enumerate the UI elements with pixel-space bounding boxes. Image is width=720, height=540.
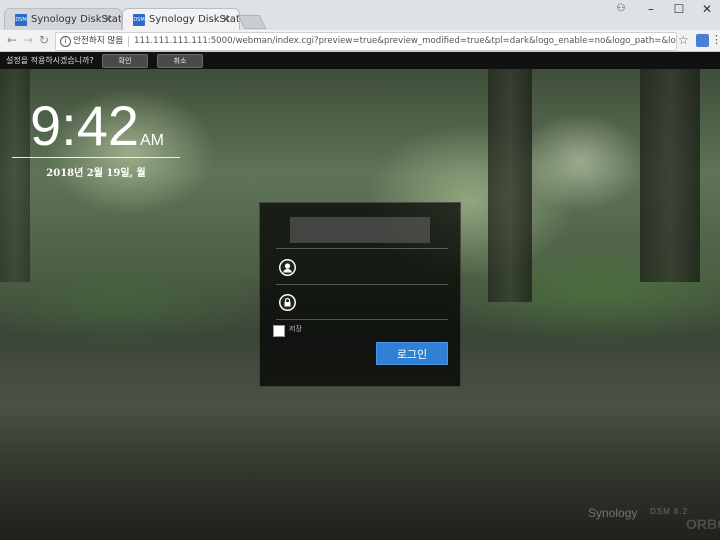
url-text[interactable]: 111.111.111.111:5000/webman/index.cgi?pr… [134, 33, 676, 50]
confirm-button[interactable]: 확인 [102, 54, 148, 68]
divider [276, 319, 448, 320]
lock-icon [279, 294, 296, 311]
clock-date: 2018년 2월 19일, 월 [46, 168, 146, 179]
info-icon[interactable]: i [60, 36, 71, 47]
reload-icon[interactable]: ↻ [36, 32, 52, 48]
close-window-icon[interactable]: ✕ [692, 0, 720, 22]
cancel-button[interactable]: 취소 [157, 54, 203, 68]
dsm-favicon-icon: DSM [15, 14, 27, 26]
apply-settings-question: 설정을 적용하시겠습니까? [6, 56, 94, 65]
dsm-version: DSM 6.2 [650, 507, 689, 516]
remember-label: 저장 [289, 325, 302, 333]
security-label[interactable]: 안전하지 않음 [73, 33, 123, 50]
remember-checkbox[interactable] [273, 325, 285, 337]
tab-diskstation-1[interactable]: DSM Synology DiskStation - ✕ [4, 8, 122, 30]
new-tab-button[interactable] [237, 15, 267, 29]
dsm-favicon-icon: DSM [133, 14, 145, 26]
username-input[interactable] [300, 256, 452, 282]
forward-icon[interactable]: → [20, 32, 36, 48]
user-icon [279, 259, 296, 276]
tab-close-icon[interactable]: ✕ [104, 9, 113, 30]
address-bar[interactable]: i 안전하지 않음 111.111.111.111:5000/webman/in… [55, 32, 677, 51]
login-panel: 저장 로그인 [259, 202, 461, 387]
background-tree [640, 52, 700, 282]
password-input[interactable] [300, 291, 452, 317]
clock-widget: 9:42 AM [30, 94, 164, 157]
synology-brand: Synology [588, 506, 638, 520]
login-button[interactable]: 로그인 [376, 342, 448, 365]
browser-tabstrip: DSM Synology DiskStation - ✕ DSM Synolog… [0, 0, 720, 30]
browser-toolbar: ← → ↻ i 안전하지 않음 111.111.111.111:5000/web… [0, 30, 720, 52]
login-page: 설정을 적용하시겠습니까? 확인 취소 9:42 AM 2018년 2월 19일… [0, 52, 720, 540]
tab-diskstation-2[interactable]: DSM Synology DiskStation - ✕ [122, 8, 240, 30]
divider [276, 284, 448, 285]
omnibox-divider [128, 36, 129, 47]
clock-ampm: AM [140, 132, 164, 149]
divider [276, 248, 448, 249]
star-icon[interactable]: ☆ [678, 32, 689, 48]
clock-time: 9:42 [30, 94, 139, 157]
extension-icon[interactable] [696, 34, 709, 47]
minimize-icon[interactable]: – [636, 0, 666, 22]
maximize-icon[interactable]: ☐ [664, 0, 694, 22]
background-tree [488, 52, 532, 302]
preview-confirm-bar: 설정을 적용하시겠습니까? 확인 취소 [0, 52, 720, 69]
login-logo-placeholder [290, 217, 430, 243]
profile-icon[interactable]: ⚇ [606, 0, 636, 22]
clock-divider [12, 157, 180, 158]
back-icon[interactable]: ← [4, 32, 20, 48]
watermark: ORBO [686, 516, 720, 532]
menu-icon[interactable]: ⋮ [711, 32, 720, 48]
tab-close-icon[interactable]: ✕ [222, 9, 231, 30]
